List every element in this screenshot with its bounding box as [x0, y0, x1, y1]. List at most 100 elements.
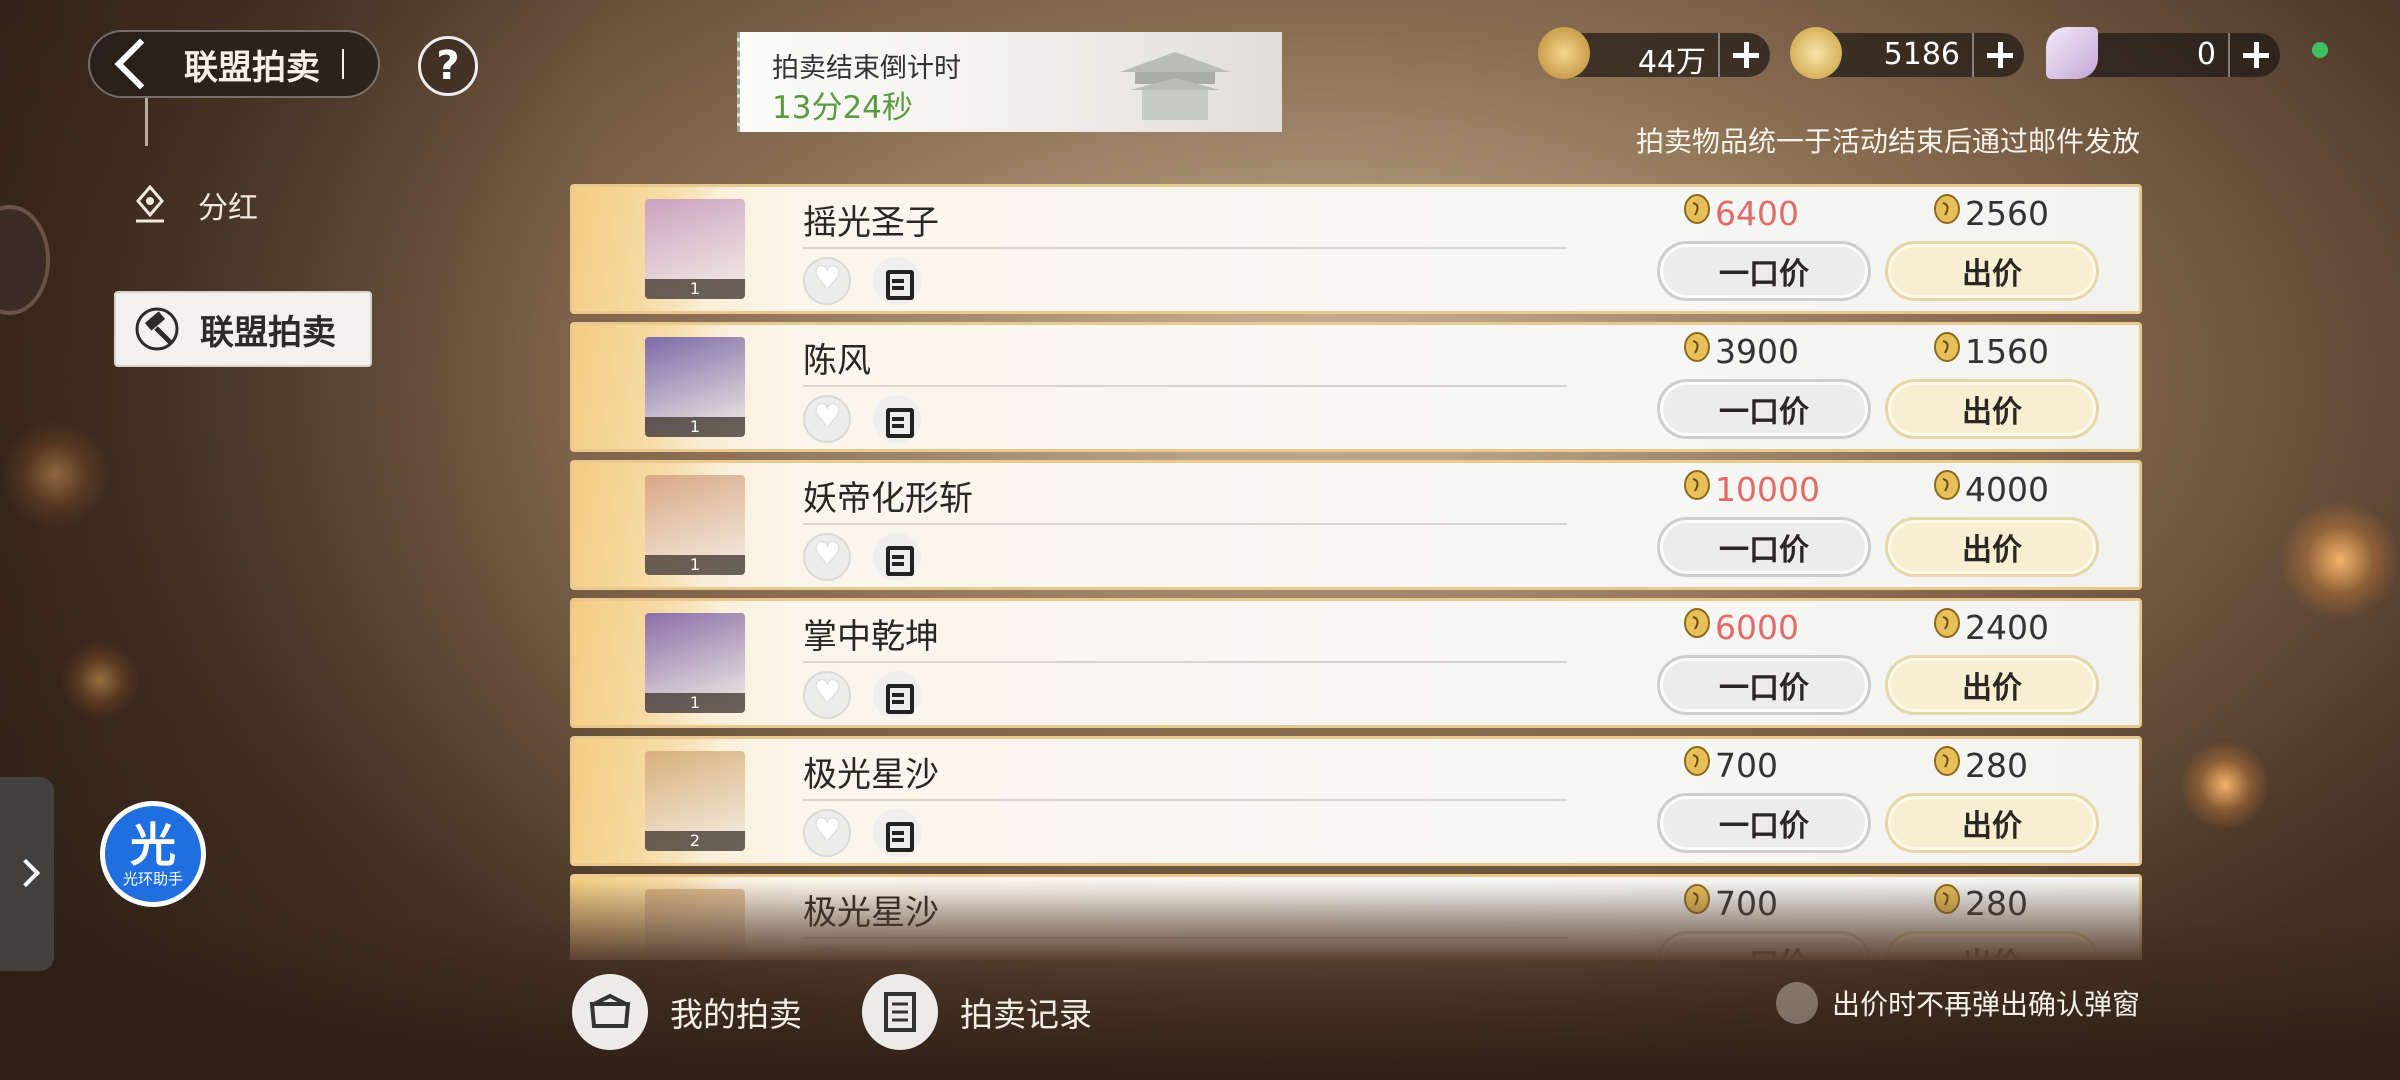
- item-thumbnail[interactable]: 1: [645, 199, 745, 299]
- bid-button[interactable]: 出价: [1885, 517, 2099, 577]
- sidebar-item-label: 联盟拍卖: [200, 312, 336, 353]
- ingot-icon: [1683, 883, 1715, 923]
- assistant-button[interactable]: 光 光环助手: [100, 801, 206, 907]
- bid-price: 1560: [1933, 331, 2049, 371]
- auction-row: 2 极光星沙 700 280 一口价出价: [570, 874, 2142, 960]
- buyout-price: 700: [1683, 883, 1778, 923]
- buyout-price: 6400: [1683, 193, 1799, 233]
- auction-row: 1 陈风 3900 1560 一口价出价: [570, 322, 2142, 452]
- bid-price-value: 4000: [1965, 469, 2049, 509]
- title-divider: [342, 49, 344, 79]
- favorite-heart-icon[interactable]: [803, 671, 851, 719]
- name-underline: [803, 661, 1567, 663]
- currency-gold: 5186: [1790, 27, 2024, 79]
- detail-icon[interactable]: [873, 395, 921, 443]
- favorite-heart-icon[interactable]: [803, 947, 851, 960]
- buyout-price: 700: [1683, 745, 1778, 785]
- detail-icon[interactable]: [873, 671, 921, 719]
- buyout-button[interactable]: 一口价: [1657, 793, 1871, 853]
- favorite-heart-icon[interactable]: [803, 257, 851, 305]
- buyout-price-value: 3900: [1715, 331, 1799, 371]
- my-auction-button[interactable]: 我的拍卖: [572, 974, 802, 1050]
- buyout-price: 6000: [1683, 607, 1799, 647]
- gold-ingot-icon: [1790, 27, 1842, 79]
- bid-button[interactable]: 出价: [1885, 931, 2099, 960]
- buyout-price: 10000: [1683, 469, 1820, 509]
- buyout-button[interactable]: 一口价: [1657, 931, 1871, 960]
- name-underline: [803, 385, 1567, 387]
- add-copper-button[interactable]: [1718, 33, 1770, 77]
- name-underline: [803, 799, 1567, 801]
- item-name: 妖帝化形斩: [803, 479, 973, 519]
- auction-row: 1 摇光圣子 6400 2560 一口价出价: [570, 184, 2142, 314]
- item-name: 陈风: [803, 341, 871, 381]
- name-underline: [803, 937, 1567, 939]
- ingot-icon: [1683, 193, 1715, 233]
- buyout-button[interactable]: 一口价: [1657, 655, 1871, 715]
- detail-icon[interactable]: [873, 947, 921, 960]
- bid-button[interactable]: 出价: [1885, 379, 2099, 439]
- item-name: 极光星沙: [803, 893, 939, 933]
- detail-icon[interactable]: [873, 809, 921, 857]
- my-auction-label: 我的拍卖: [670, 995, 802, 1034]
- guild-emblem: [0, 205, 50, 315]
- buyout-button[interactable]: 一口价: [1657, 241, 1871, 301]
- currency-value: 0: [2196, 37, 2216, 72]
- item-quantity: 1: [645, 417, 745, 437]
- ingot-icon: [1933, 883, 1965, 923]
- add-gold-button[interactable]: [1972, 33, 2024, 77]
- help-button[interactable]: ?: [418, 36, 478, 96]
- bid-price: 2400: [1933, 607, 2049, 647]
- item-thumbnail[interactable]: 2: [645, 751, 745, 851]
- item-thumbnail[interactable]: 2: [645, 889, 745, 960]
- currency-copper: 44万: [1538, 27, 1770, 80]
- auction-records-button[interactable]: 拍卖记录: [862, 974, 1092, 1050]
- item-thumbnail[interactable]: 1: [645, 337, 745, 437]
- item-thumbnail[interactable]: 1: [645, 613, 745, 713]
- item-thumbnail[interactable]: 1: [645, 475, 745, 575]
- detail-icon[interactable]: [873, 257, 921, 305]
- header-back-button[interactable]: 联盟拍卖: [88, 30, 380, 98]
- favorite-heart-icon[interactable]: [803, 395, 851, 443]
- ingot-icon: [1933, 331, 1965, 371]
- buyout-price-value: 700: [1715, 883, 1778, 923]
- bid-price: 280: [1933, 745, 2028, 785]
- auction-records-label: 拍卖记录: [960, 995, 1092, 1034]
- name-underline: [803, 247, 1567, 249]
- add-crystal-button[interactable]: [2228, 33, 2280, 77]
- assistant-label: 光环助手: [122, 870, 183, 888]
- bid-price-value: 280: [1965, 745, 2028, 785]
- confirm-toggle-row[interactable]: 出价时不再弹出确认弹窗: [1776, 982, 2140, 1024]
- bid-price: 4000: [1933, 469, 2049, 509]
- currency-value: 44万: [1637, 45, 1706, 80]
- item-quantity: 2: [645, 831, 745, 851]
- buyout-button[interactable]: 一口价: [1657, 517, 1871, 577]
- sidebar-item-label: 分红: [198, 191, 258, 226]
- name-underline: [803, 523, 1567, 525]
- sidebar-item-bonus[interactable]: 分红: [128, 183, 258, 227]
- sidebar-item-auction[interactable]: 联盟拍卖: [114, 291, 372, 367]
- ingot-icon: [1933, 745, 1965, 785]
- auction-row: 1 妖帝化形斩 10000 4000 一口价出价: [570, 460, 2142, 590]
- crystal-icon: [2046, 27, 2098, 79]
- ingot-icon: [1933, 607, 1965, 647]
- countdown-label: 拍卖结束倒计时: [772, 53, 961, 84]
- confirm-toggle[interactable]: [1776, 982, 1818, 1024]
- auction-hammer-icon: [135, 307, 179, 351]
- detail-icon[interactable]: [873, 533, 921, 581]
- chevron-right-icon: [11, 858, 41, 888]
- assistant-glyph: 光: [130, 818, 176, 872]
- favorite-heart-icon[interactable]: [803, 533, 851, 581]
- auction-countdown: 拍卖结束倒计时 13分24秒: [737, 32, 1282, 132]
- item-quantity: 1: [645, 555, 745, 575]
- bid-button[interactable]: 出价: [1885, 241, 2099, 301]
- bid-button[interactable]: 出价: [1885, 793, 2099, 853]
- side-drawer-toggle[interactable]: [0, 777, 54, 971]
- item-name: 掌中乾坤: [803, 617, 939, 657]
- buyout-button[interactable]: 一口价: [1657, 379, 1871, 439]
- favorite-heart-icon[interactable]: [803, 809, 851, 857]
- bid-button[interactable]: 出价: [1885, 655, 2099, 715]
- buyout-price-value: 700: [1715, 745, 1778, 785]
- auction-list[interactable]: 1摇光圣子64002560一口价出价1陈风39001560一口价出价1妖帝化形斩…: [570, 184, 2142, 960]
- bid-price-value: 2400: [1965, 607, 2049, 647]
